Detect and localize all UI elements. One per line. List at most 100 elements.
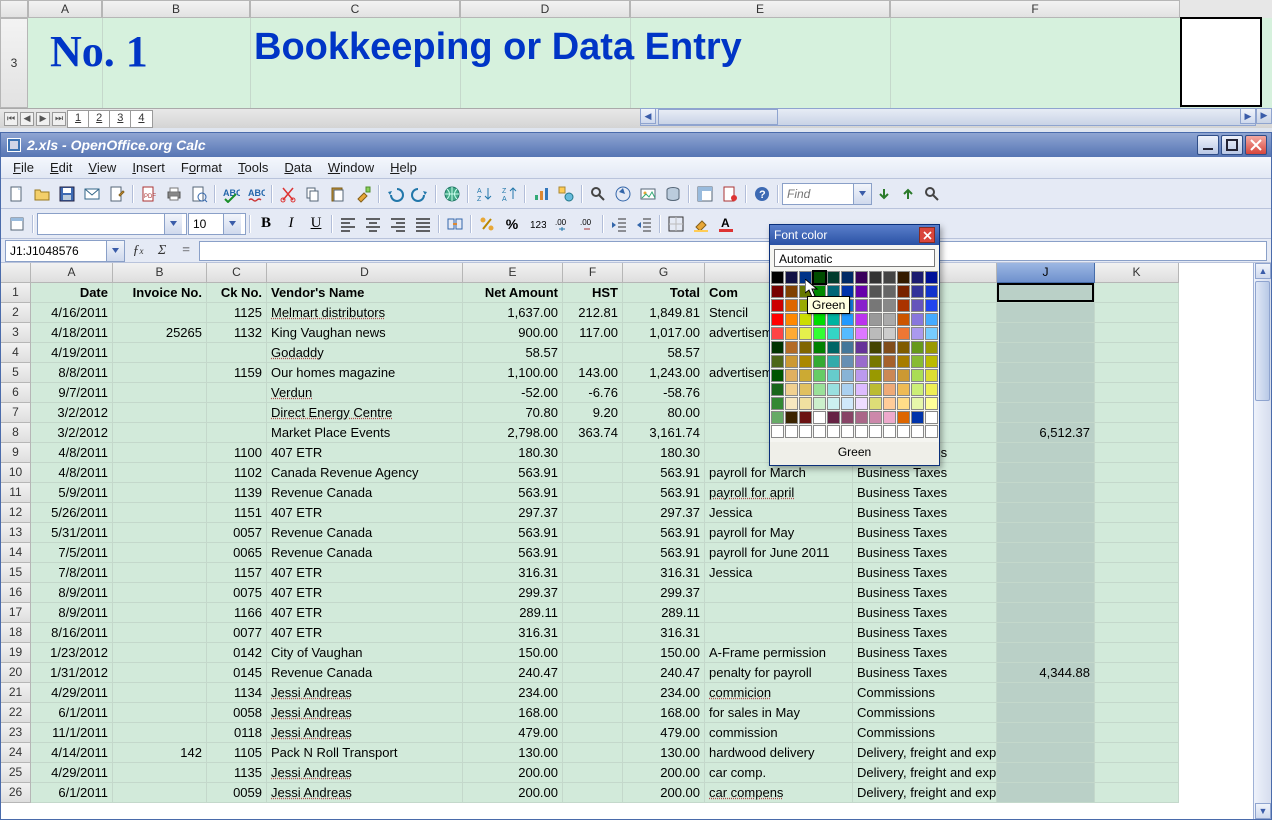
color-swatch-113[interactable] bbox=[841, 397, 854, 410]
cell-D18[interactable]: 407 ETR bbox=[267, 623, 463, 643]
color-swatch-50[interactable] bbox=[799, 327, 812, 340]
col-header-D[interactable]: D bbox=[267, 263, 463, 283]
cell-A6[interactable]: 9/7/2011 bbox=[31, 383, 113, 403]
color-swatch-58[interactable] bbox=[911, 327, 924, 340]
color-swatch-0[interactable] bbox=[771, 271, 784, 284]
cell-F10[interactable] bbox=[563, 463, 623, 483]
color-swatch-105[interactable] bbox=[897, 383, 910, 396]
cell-K24[interactable] bbox=[1095, 743, 1179, 763]
name-box-arrow[interactable] bbox=[106, 241, 124, 261]
cell-F14[interactable] bbox=[563, 543, 623, 563]
datasource-button[interactable] bbox=[661, 182, 685, 206]
cell-K1[interactable] bbox=[1095, 283, 1179, 303]
cell-D15[interactable]: 407 ETR bbox=[267, 563, 463, 583]
color-swatch-117[interactable] bbox=[897, 397, 910, 410]
cell-K12[interactable] bbox=[1095, 503, 1179, 523]
color-swatch-139[interactable] bbox=[869, 425, 882, 438]
cell-I26[interactable]: Delivery, freight and express bbox=[853, 783, 997, 803]
color-swatch-136[interactable] bbox=[827, 425, 840, 438]
cell-K7[interactable] bbox=[1095, 403, 1179, 423]
cell-H21[interactable]: commicion bbox=[705, 683, 853, 703]
col-header-C[interactable]: C bbox=[207, 263, 267, 283]
color-swatch-2[interactable] bbox=[799, 271, 812, 284]
autospell-button[interactable]: ABC bbox=[244, 182, 268, 206]
cell-J25[interactable] bbox=[997, 763, 1095, 783]
cell-A8[interactable]: 3/2/2012 bbox=[31, 423, 113, 443]
find-combo[interactable] bbox=[782, 183, 872, 205]
vscroll-up-arrow[interactable]: ▲ bbox=[1255, 263, 1271, 279]
cell-K10[interactable] bbox=[1095, 463, 1179, 483]
cell-E21[interactable]: 234.00 bbox=[463, 683, 563, 703]
cell-C6[interactable] bbox=[207, 383, 267, 403]
color-swatch-24[interactable] bbox=[771, 299, 784, 312]
cell-C10[interactable]: 1102 bbox=[207, 463, 267, 483]
color-swatch-31[interactable] bbox=[869, 299, 882, 312]
automatic-color-button[interactable]: Automatic bbox=[774, 249, 935, 267]
cell-A24[interactable]: 4/14/2011 bbox=[31, 743, 113, 763]
cell-G21[interactable]: 234.00 bbox=[623, 683, 705, 703]
cell-E26[interactable]: 200.00 bbox=[463, 783, 563, 803]
row-header-1[interactable]: 1 bbox=[1, 283, 31, 303]
color-swatch-55[interactable] bbox=[869, 327, 882, 340]
color-swatch-5[interactable] bbox=[841, 271, 854, 284]
cell-C5[interactable]: 1159 bbox=[207, 363, 267, 383]
cell-G14[interactable]: 563.91 bbox=[623, 543, 705, 563]
color-swatch-92[interactable] bbox=[883, 369, 896, 382]
cell-G5[interactable]: 1,243.00 bbox=[623, 363, 705, 383]
cell-E17[interactable]: 289.11 bbox=[463, 603, 563, 623]
color-swatch-4[interactable] bbox=[827, 271, 840, 284]
cell-D16[interactable]: 407 ETR bbox=[267, 583, 463, 603]
cell-C18[interactable]: 0077 bbox=[207, 623, 267, 643]
vscroll-thumb[interactable] bbox=[1255, 281, 1270, 401]
color-swatch-59[interactable] bbox=[925, 327, 938, 340]
color-swatch-7[interactable] bbox=[869, 271, 882, 284]
color-swatch-87[interactable] bbox=[813, 369, 826, 382]
cell-B22[interactable] bbox=[113, 703, 207, 723]
select-all-corner[interactable] bbox=[1, 263, 31, 283]
cell-D2[interactable]: Melmart distributors bbox=[267, 303, 463, 323]
cell-E8[interactable]: 2,798.00 bbox=[463, 423, 563, 443]
color-swatch-81[interactable] bbox=[897, 355, 910, 368]
cell-H19[interactable]: A-Frame permission bbox=[705, 643, 853, 663]
cell-D5[interactable]: Our homes magazine bbox=[267, 363, 463, 383]
cell-E22[interactable]: 168.00 bbox=[463, 703, 563, 723]
cell-J24[interactable] bbox=[997, 743, 1095, 763]
record-changes-button[interactable] bbox=[718, 182, 742, 206]
color-swatch-101[interactable] bbox=[841, 383, 854, 396]
cell-B6[interactable] bbox=[113, 383, 207, 403]
cell-F4[interactable] bbox=[563, 343, 623, 363]
color-swatch-137[interactable] bbox=[841, 425, 854, 438]
align-center-button[interactable] bbox=[361, 212, 385, 236]
color-swatch-44[interactable] bbox=[883, 313, 896, 326]
cell-J7[interactable] bbox=[997, 403, 1095, 423]
color-swatch-106[interactable] bbox=[911, 383, 924, 396]
cell-E6[interactable]: -52.00 bbox=[463, 383, 563, 403]
cell-K23[interactable] bbox=[1095, 723, 1179, 743]
color-swatch-123[interactable] bbox=[813, 411, 826, 424]
color-swatch-3[interactable] bbox=[813, 271, 826, 284]
show-draw-button[interactable] bbox=[554, 182, 578, 206]
align-left-button[interactable] bbox=[336, 212, 360, 236]
color-swatch-30[interactable] bbox=[855, 299, 868, 312]
align-justify-button[interactable] bbox=[411, 212, 435, 236]
color-swatch-42[interactable] bbox=[855, 313, 868, 326]
font-size-arrow[interactable] bbox=[223, 214, 241, 234]
cell-F26[interactable] bbox=[563, 783, 623, 803]
equals-button[interactable]: = bbox=[175, 241, 197, 261]
color-swatch-62[interactable] bbox=[799, 341, 812, 354]
cut-button[interactable] bbox=[276, 182, 300, 206]
percent-button[interactable]: % bbox=[500, 212, 524, 236]
cell-K18[interactable] bbox=[1095, 623, 1179, 643]
function-wizard-button[interactable]: ƒx bbox=[127, 241, 149, 261]
cell-F25[interactable] bbox=[563, 763, 623, 783]
row-header-10[interactable]: 10 bbox=[1, 463, 31, 483]
color-swatch-98[interactable] bbox=[799, 383, 812, 396]
color-swatch-54[interactable] bbox=[855, 327, 868, 340]
cell-A5[interactable]: 8/8/2011 bbox=[31, 363, 113, 383]
cell-I11[interactable]: Business Taxes bbox=[853, 483, 997, 503]
cell-D9[interactable]: 407 ETR bbox=[267, 443, 463, 463]
color-swatch-130[interactable] bbox=[911, 411, 924, 424]
cell-E10[interactable]: 563.91 bbox=[463, 463, 563, 483]
maximize-button[interactable] bbox=[1221, 135, 1243, 155]
color-swatch-110[interactable] bbox=[799, 397, 812, 410]
